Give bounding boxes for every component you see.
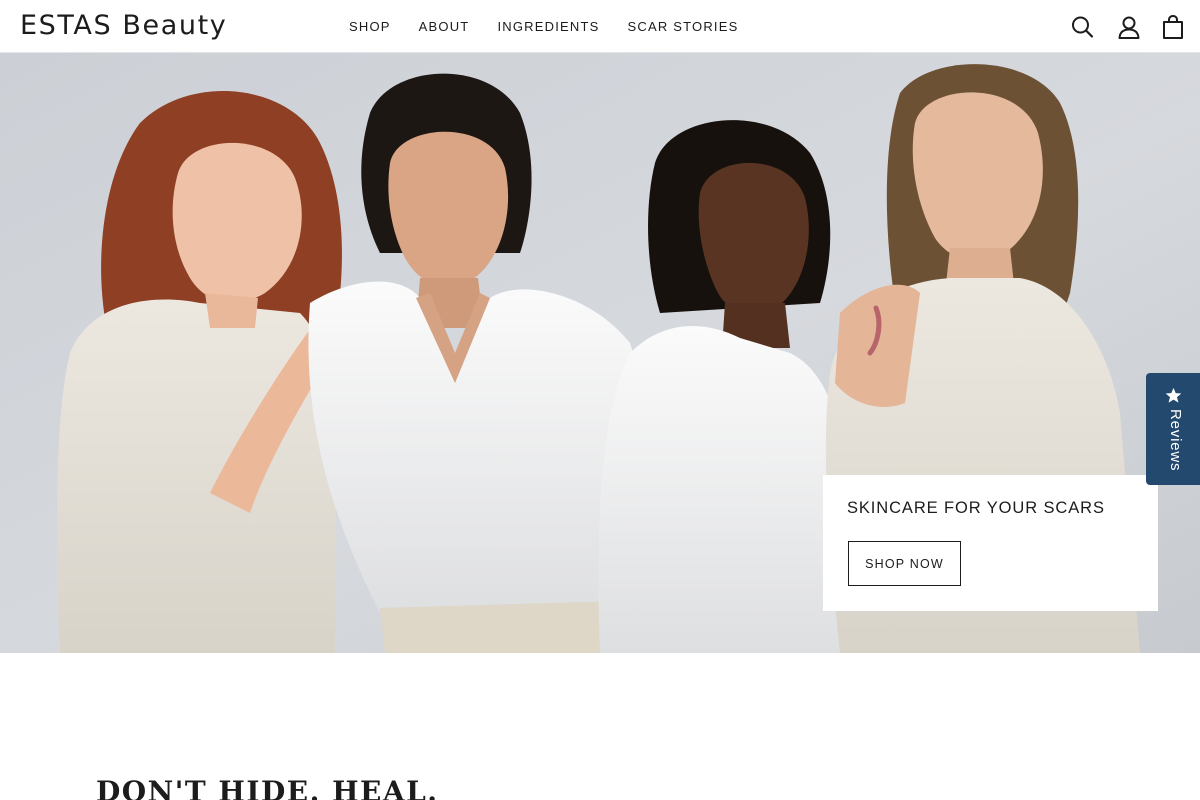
brand-logo[interactable]: ESTAS Beauty [20, 10, 227, 41]
cart-icon [1163, 14, 1183, 39]
nav-item-ingredients[interactable]: INGREDIENTS [497, 19, 599, 35]
account-button[interactable] [1117, 14, 1141, 40]
search-icon [1072, 16, 1094, 38]
section-heading: DON'T HIDE. HEAL. [96, 775, 439, 800]
main-nav: SHOP ABOUT INGREDIENTS SCAR STORIES [349, 19, 738, 35]
reviews-tab-label: Reviews [1167, 409, 1184, 472]
nav-item-about[interactable]: ABOUT [419, 19, 470, 35]
nav-item-scar-stories[interactable]: SCAR STORIES [628, 19, 739, 35]
hero-card: SKINCARE FOR YOUR SCARS SHOP NOW [823, 475, 1158, 611]
cart-button[interactable] [1161, 14, 1185, 40]
hero-banner: SKINCARE FOR YOUR SCARS SHOP NOW [0, 53, 1200, 653]
nav-item-shop[interactable]: SHOP [349, 19, 391, 35]
shop-now-button[interactable]: SHOP NOW [848, 541, 961, 586]
reviews-tab[interactable]: Reviews [1146, 373, 1200, 485]
site-header: ESTAS Beauty SHOP ABOUT INGREDIENTS SCAR… [0, 0, 1200, 53]
search-button[interactable] [1071, 14, 1095, 40]
star-icon [1165, 387, 1182, 403]
account-icon [1118, 16, 1140, 39]
hero-heading: SKINCARE FOR YOUR SCARS [847, 499, 1105, 517]
